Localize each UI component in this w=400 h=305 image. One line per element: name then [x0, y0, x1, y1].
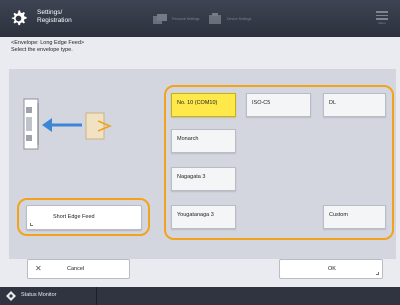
status-monitor-icon — [6, 291, 16, 301]
menu-button[interactable]: Menu — [374, 9, 390, 27]
instruction-line-1: <Envelope: Long Edge Feed> — [11, 40, 85, 46]
envelope-dl-button[interactable]: DL — [323, 93, 386, 117]
tab-device-settings[interactable]: Device Settings — [207, 11, 251, 27]
short-edge-feed-button[interactable]: Short Edge Feed — [26, 205, 142, 230]
envelope-nagagata3-button[interactable]: Nagagata 3 — [171, 167, 236, 191]
envelope-feed-illustration — [23, 98, 112, 150]
status-monitor-label: Status Monitor — [21, 292, 57, 298]
ok-button[interactable]: OK — [279, 259, 383, 279]
corner-mark-icon — [30, 223, 33, 226]
envelope-custom-button[interactable]: Custom — [323, 205, 386, 229]
instruction-line-2: Select the envelope type. — [11, 47, 73, 53]
envelope-yougatanaga3-button[interactable]: Yougatanaga 3 — [171, 205, 236, 229]
tab-personal-settings[interactable]: Personal Settings — [152, 11, 199, 27]
envelope-no10-button[interactable]: No. 10 (COM10) — [171, 93, 236, 117]
envelope-iso-c5-button[interactable]: ISO-C5 — [246, 93, 311, 117]
screen-title: Settings/ Registration — [37, 9, 72, 24]
status-monitor-button[interactable]: Status Monitor — [0, 287, 97, 305]
footer-bar: Status Monitor — [0, 287, 400, 305]
cancel-label: Cancel — [67, 266, 85, 272]
menu-icon — [376, 11, 388, 13]
settings-gear-icon[interactable] — [9, 9, 28, 28]
tab-label: Device Settings — [227, 17, 252, 21]
instruction-text: <Envelope: Long Edge Feed> Select the en… — [11, 40, 84, 54]
ok-label: OK — [328, 266, 336, 272]
short-edge-feed-label: Short Edge Feed — [53, 214, 95, 220]
cancel-button[interactable]: ✕ Cancel — [27, 259, 130, 279]
copy-icon — [153, 14, 167, 24]
close-icon: ✕ — [35, 264, 42, 273]
header-bar: Settings/ Registration Personal Settings… — [0, 0, 400, 37]
settings-icon — [209, 13, 221, 24]
tab-label: Personal Settings — [172, 17, 200, 21]
corner-mark-icon — [376, 272, 379, 275]
envelope-monarch-button[interactable]: Monarch — [171, 129, 236, 153]
